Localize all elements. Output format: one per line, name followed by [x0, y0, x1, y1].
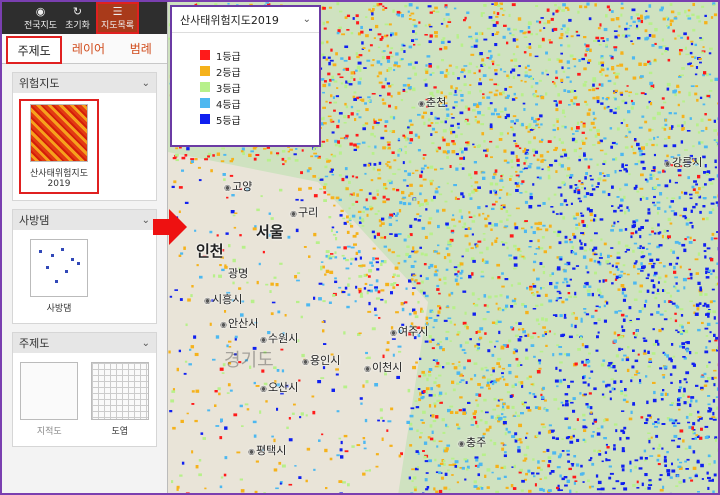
- chevron-down-icon[interactable]: ⌄: [303, 14, 311, 25]
- legend-item-label: 1등급: [216, 51, 241, 63]
- map-label-chungju: 충주: [458, 434, 486, 450]
- chevron-down-icon[interactable]: ⌄: [142, 338, 150, 349]
- map-label-gangneung: 강릉시: [664, 154, 702, 170]
- legend-swatch: [200, 98, 210, 108]
- legend-list: 1등급 2등급 3등급 4등급 5등급: [172, 33, 319, 127]
- eye-icon: ◉: [35, 4, 46, 18]
- tab-layer[interactable]: 레이어: [62, 34, 114, 63]
- risk-map-2019-card[interactable]: 산사태위험지도2019: [19, 99, 99, 194]
- map-label-seoul: 서울: [256, 223, 284, 241]
- map-list-button[interactable]: ☰ 지도목록: [96, 2, 139, 34]
- map-list-label: 지도목록: [100, 20, 135, 31]
- check-dam-card[interactable]: 사방댐: [19, 236, 99, 317]
- list-icon: ☰: [112, 4, 123, 18]
- theme-map-section-header[interactable]: 주제도 ⌄: [13, 333, 156, 353]
- top-toolbar: ◉ 전국지도 ↻ 초기화 ☰ 지도목록: [2, 2, 167, 34]
- legend-title: 산사태위험지도2019: [180, 13, 279, 27]
- legend-header[interactable]: 산사태위험지도2019 ⌄: [172, 7, 319, 33]
- map-sheet-card[interactable]: 도엽: [90, 359, 151, 440]
- legend-item: 5등급: [200, 111, 319, 127]
- legend-item: 3등급: [200, 79, 319, 95]
- national-map-button[interactable]: ◉ 전국지도: [22, 2, 59, 34]
- map-label-pyeongtaek: 평택시: [248, 442, 286, 458]
- map-label-icheon: 이천시: [364, 359, 402, 375]
- check-dam-thumbnail: [30, 239, 88, 297]
- reset-button[interactable]: ↻ 초기화: [59, 2, 96, 34]
- reset-label: 초기화: [65, 20, 90, 31]
- legend-item-label: 4등급: [216, 99, 241, 111]
- panel-tabs: 주제도 레이어 범례: [2, 34, 167, 64]
- legend-item: 1등급: [200, 47, 319, 63]
- map-label-yeoju: 여주시: [390, 323, 428, 339]
- refresh-icon: ↻: [72, 4, 83, 18]
- theme-map-section: 주제도 ⌄ 지적도 도엽: [12, 332, 157, 447]
- map-label-ansan: 안산시: [220, 315, 258, 331]
- check-dam-card-label: 사방댐: [46, 304, 72, 314]
- map-label-incheon: 인천: [196, 242, 224, 260]
- map-label-chuncheon: 춘천: [418, 94, 446, 110]
- sidebar: ◉ 전국지도 ↻ 초기화 ☰ 지도목록 주제도 레이어 범례 위험지도 ⌄ 산사…: [2, 2, 168, 493]
- cadastral-map-thumbnail: [20, 362, 79, 420]
- map-label-goyang: 고양: [224, 178, 252, 194]
- risk-map-thumbnail: [30, 104, 88, 162]
- map-sheet-label: 도엽: [111, 427, 129, 437]
- legend-swatch: [200, 50, 210, 60]
- legend-item-label: 5등급: [216, 115, 241, 127]
- risk-map-section-header[interactable]: 위험지도 ⌄: [13, 73, 156, 93]
- theme-map-section-title: 주제도: [19, 337, 50, 350]
- legend-item-label: 2등급: [216, 67, 241, 79]
- chevron-down-icon[interactable]: ⌄: [142, 78, 150, 89]
- risk-map-section: 위험지도 ⌄ 산사태위험지도2019: [12, 72, 157, 201]
- check-dam-section-title: 사방댐: [19, 214, 50, 227]
- legend-item-label: 3등급: [216, 83, 241, 95]
- map-label-gyeonggi: 경기도: [224, 350, 274, 371]
- risk-map-section-title: 위험지도: [19, 77, 60, 90]
- map-label-osan: 오산시: [260, 379, 298, 395]
- tab-theme[interactable]: 주제도: [6, 36, 63, 64]
- check-dam-section-header[interactable]: 사방댐 ⌄: [13, 210, 156, 230]
- map-label-siheung: 시흥시: [204, 291, 242, 307]
- legend-swatch: [200, 82, 210, 92]
- legend-swatch: [200, 114, 210, 124]
- legend-item: 2등급: [200, 63, 319, 79]
- check-dam-section: 사방댐 ⌄ 사방댐: [12, 209, 157, 324]
- map-label-yongin: 용인시: [302, 352, 340, 368]
- legend-panel: 산사태위험지도2019 ⌄ 1등급 2등급 3등급 4등급 5등급: [170, 5, 321, 147]
- legend-swatch: [200, 66, 210, 76]
- tab-legend[interactable]: 범례: [115, 34, 167, 63]
- map-label-gwangmyeong: 광명: [228, 267, 249, 280]
- national-map-label: 전국지도: [23, 20, 58, 31]
- cadastral-map-label: 지적도: [36, 427, 62, 437]
- map-label-guri: 구리: [290, 204, 318, 220]
- map-sheet-thumbnail: [90, 362, 149, 420]
- legend-item: 4등급: [200, 95, 319, 111]
- chevron-down-icon[interactable]: ⌄: [142, 215, 150, 226]
- risk-map-card-label: 산사태위험지도2019: [30, 169, 88, 189]
- map-label-suwon: 수원시: [260, 330, 298, 346]
- cadastral-map-card[interactable]: 지적도: [19, 359, 80, 440]
- app-frame: 서울 인천 고양 구리 광명 시흥시 안산시 수원시 오산시 용인시 평택시 여…: [0, 0, 720, 495]
